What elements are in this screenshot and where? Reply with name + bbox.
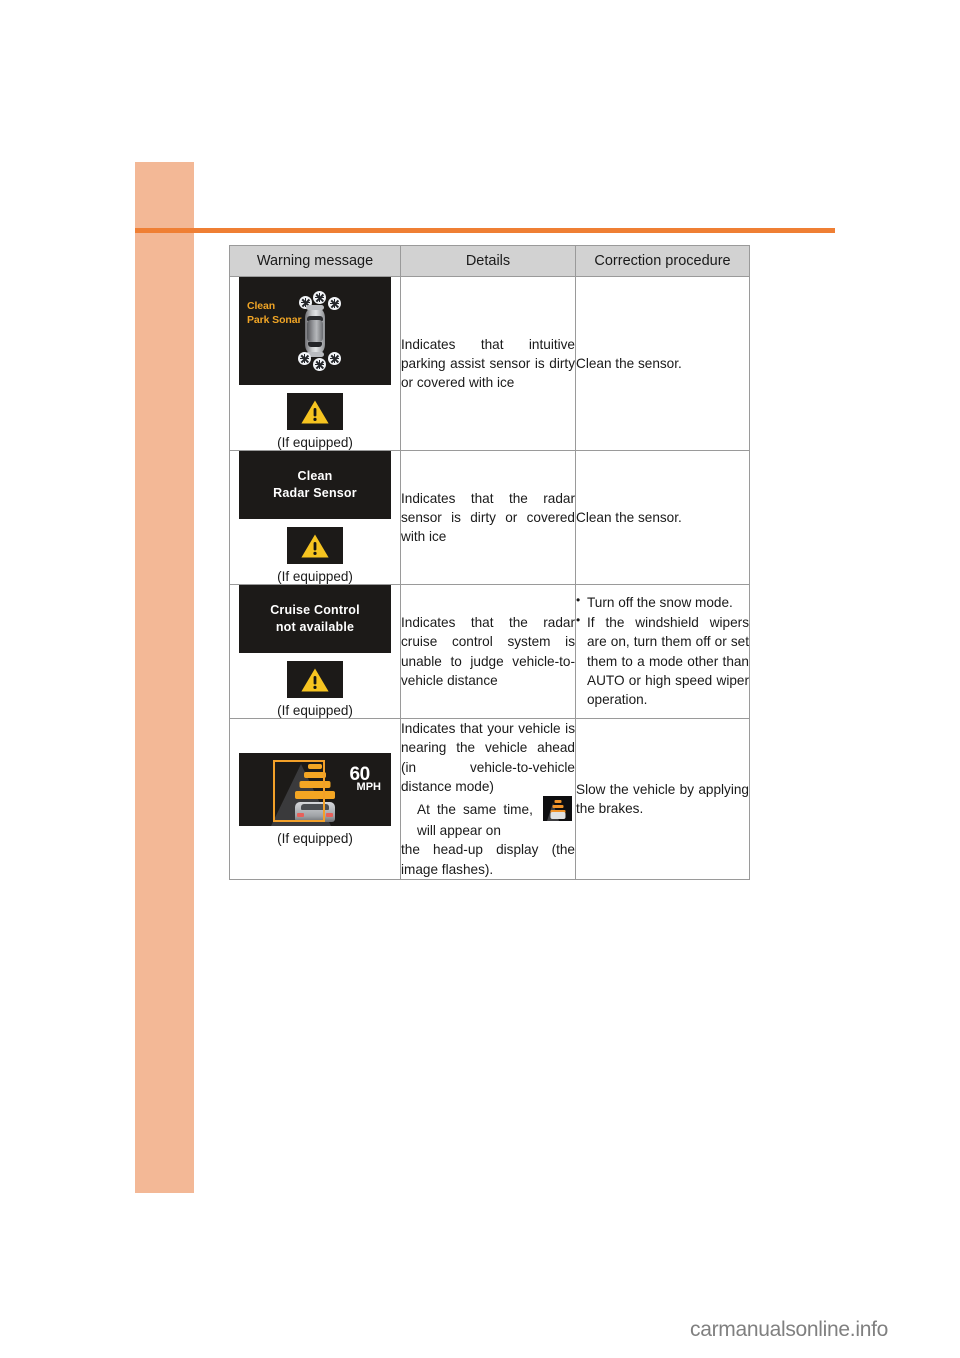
sonar-label-line1: Clean bbox=[247, 300, 276, 312]
table-header-row: Warning message Details Correction proce… bbox=[229, 245, 750, 277]
display-image-clean-radar-sensor: Clean Radar Sensor bbox=[239, 451, 391, 519]
warning-message-cell-cruise-control: Cruise Control not available (If equippe… bbox=[229, 584, 401, 719]
procedure-cell-vehicle-ahead: Slow the vehicle by applying the brakes. bbox=[575, 717, 750, 881]
warning-triangle-icon bbox=[301, 534, 329, 557]
warning-triangle-icon-box bbox=[287, 393, 343, 430]
details-cell-clean-park-sonar: Indicates that intuitive parking assist … bbox=[400, 276, 576, 451]
display-image-vehicle-ahead: 60 MPH bbox=[239, 752, 391, 826]
snowflake-icon bbox=[298, 352, 311, 365]
snowflake-icon bbox=[328, 352, 341, 365]
hud-highlight-frame bbox=[273, 759, 325, 822]
warning-triangle-icon bbox=[301, 668, 329, 691]
warning-message-cell-vehicle-ahead: 60 MPH (If equipped) bbox=[229, 717, 401, 881]
page-sheet: Warning message Details Correction proce… bbox=[0, 0, 960, 1358]
hud-vehicle-ahead-icon bbox=[543, 796, 572, 822]
warning-triangle-icon-box bbox=[287, 661, 343, 698]
site-watermark: carmanualsonline.info bbox=[690, 1318, 888, 1341]
details-text-part3: will appear on bbox=[417, 823, 501, 839]
procedure-cell-cruise-control: Turn off the snow mode. If the windshiel… bbox=[575, 584, 750, 719]
page-side-tab bbox=[135, 162, 194, 1193]
display-message-text: Cruise Control not available bbox=[239, 602, 391, 636]
details-text-part2: At the same time, bbox=[417, 802, 533, 818]
details-cell-clean-radar-sensor: Indicates that the radar sensor is dirty… bbox=[400, 450, 576, 585]
procedure-cell-clean-park-sonar: Clean the sensor. bbox=[575, 276, 750, 451]
procedure-text: Slow the vehicle by applying the brakes. bbox=[576, 781, 749, 817]
snowflake-icon bbox=[313, 358, 326, 371]
display-text-line1: Cruise Control bbox=[270, 603, 360, 618]
details-text-part4: the head-up display (the image flashes). bbox=[401, 842, 575, 877]
warning-message-table: Warning message Details Correction proce… bbox=[229, 245, 750, 881]
display-message-text: Clean Radar Sensor bbox=[239, 468, 391, 502]
details-text-part1: Indicates that your vehicle is nearing t… bbox=[401, 721, 575, 794]
sonar-label-line2: Park Sonar bbox=[247, 314, 302, 327]
display-text-line2: Radar Sensor bbox=[273, 486, 357, 500]
warning-triangle-icon bbox=[301, 400, 329, 423]
display-image-clean-park-sonar: Clean Park Sonar bbox=[239, 277, 391, 385]
table-row: Cruise Control not available (If equippe… bbox=[229, 584, 750, 719]
warning-message-cell-clean-radar-sensor: Clean Radar Sensor (If equipped) bbox=[229, 450, 401, 585]
procedure-bullet-list: Turn off the snow mode. If the windshiel… bbox=[576, 592, 749, 710]
hud-speed-unit: MPH bbox=[356, 780, 381, 793]
hud-speed-readout: 60 MPH bbox=[350, 765, 381, 793]
column-header-details: Details bbox=[400, 245, 576, 277]
display-text-line1: Clean bbox=[297, 469, 333, 484]
details-text: Indicates that the radar cruise control … bbox=[401, 614, 575, 688]
snowflake-icon bbox=[313, 291, 326, 304]
procedure-bullet-item: If the windshield wipers are on, turn th… bbox=[576, 612, 749, 709]
column-header-warning-message: Warning message bbox=[229, 245, 401, 277]
column-header-correction-procedure: Correction procedure bbox=[575, 245, 750, 277]
details-text: Indicates that intuitive parking assist … bbox=[401, 336, 575, 391]
procedure-text: Clean the sensor. bbox=[576, 355, 682, 371]
page-horizontal-rule bbox=[135, 228, 835, 233]
table-row: Clean Radar Sensor (If equipped) Indicat… bbox=[229, 450, 750, 585]
procedure-text: Clean the sensor. bbox=[576, 509, 682, 525]
display-image-cruise-control-not-available: Cruise Control not available bbox=[239, 585, 391, 653]
if-equipped-note: (If equipped) bbox=[277, 703, 353, 718]
details-cell-cruise-control: Indicates that the radar cruise control … bbox=[400, 584, 576, 719]
vehicle-top-view-graphic bbox=[304, 304, 326, 358]
warning-triangle-icon-box bbox=[287, 527, 343, 564]
procedure-cell-clean-radar-sensor: Clean the sensor. bbox=[575, 450, 750, 585]
details-cell-vehicle-ahead: Indicates that your vehicle is nearing t… bbox=[400, 717, 576, 881]
snowflake-icon bbox=[328, 297, 341, 310]
warning-message-cell-clean-park-sonar: Clean Park Sonar (If equipped) bbox=[229, 276, 401, 451]
table-row: 60 MPH (If equipped) Indicates that your… bbox=[229, 717, 750, 881]
if-equipped-note: (If equipped) bbox=[277, 830, 353, 846]
sonar-display-label: Clean Park Sonar bbox=[247, 299, 302, 327]
display-text-line2: not available bbox=[275, 620, 355, 634]
if-equipped-note: (If equipped) bbox=[277, 435, 353, 450]
if-equipped-note: (If equipped) bbox=[277, 569, 353, 584]
procedure-bullet-item: Turn off the snow mode. bbox=[576, 592, 749, 612]
details-text: Indicates that the radar sensor is dirty… bbox=[401, 490, 575, 545]
table-row: Clean Park Sonar (If equipped) Indicates… bbox=[229, 276, 750, 451]
